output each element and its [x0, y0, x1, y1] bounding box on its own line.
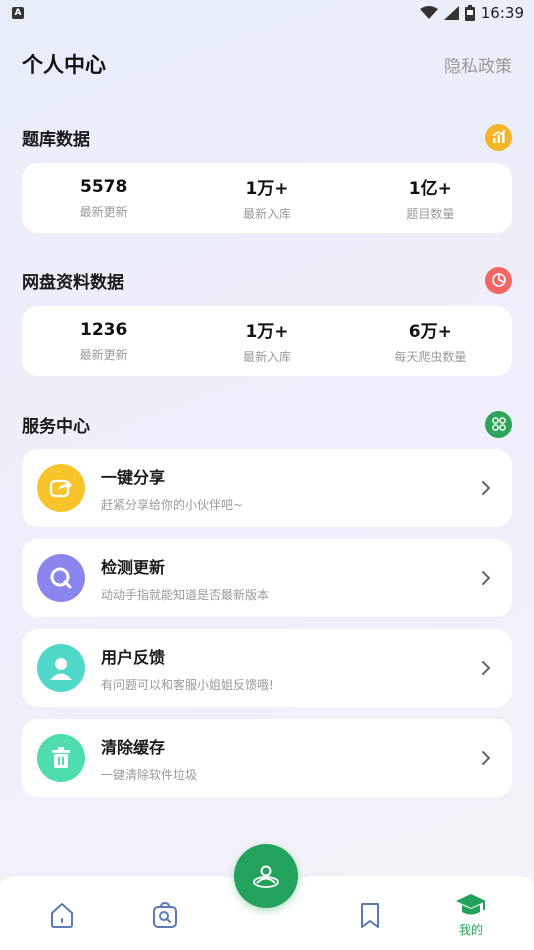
- wifi-icon: [419, 6, 438, 19]
- service-title: 检测更新: [101, 557, 166, 577]
- status-bar: A 16:39: [0, 0, 534, 28]
- stat-label: 最新更新: [79, 347, 128, 362]
- status-time: 16:39: [480, 4, 524, 22]
- search-update-icon: [37, 554, 85, 602]
- stat-latest-stored: 1万+ 最新入库: [185, 163, 348, 233]
- stat-latest-update: 1236 最新更新: [22, 306, 185, 376]
- bar-chart-icon: [485, 123, 512, 151]
- service-title: 一键分享: [101, 467, 166, 487]
- bookmark-icon: [361, 903, 379, 928]
- tab-search[interactable]: [135, 880, 195, 950]
- graduation-cap-icon: [456, 894, 486, 915]
- question-bank-title: 题库数据: [22, 129, 90, 150]
- notification-icon: A: [12, 7, 24, 19]
- tab-label-mine: 我的: [458, 923, 483, 937]
- tab-bookmark[interactable]: [340, 880, 400, 950]
- tab-home[interactable]: [32, 880, 92, 950]
- chevron-right-icon: [475, 477, 497, 499]
- stat-label: 每天爬虫数量: [394, 350, 467, 364]
- share-service-item[interactable]: 一键分享 赶紧分享给你的小伙伴吧~: [22, 449, 512, 527]
- stat-value: 1亿+: [408, 179, 452, 199]
- question-bank-header: 题库数据: [22, 122, 512, 152]
- user-icon: [37, 644, 85, 692]
- netdisk-title: 网盘资料数据: [22, 272, 124, 293]
- trash-icon: [37, 734, 85, 782]
- service-subtitle: 一键清除软件垃圾: [101, 767, 198, 782]
- netdisk-stats: 1236 最新更新 1万+ 最新入库 6万+ 每天爬虫数量: [22, 306, 512, 376]
- home-icon: [51, 903, 73, 928]
- page-title: 个人中心: [22, 53, 106, 77]
- stat-value: 1236: [80, 319, 128, 340]
- check-update-item[interactable]: 检测更新 动动手指就能知道是否最新版本: [22, 539, 512, 617]
- service-title: 清除缓存: [101, 737, 166, 757]
- stat-value: 5578: [80, 176, 128, 197]
- netdisk-header: 网盘资料数据: [22, 265, 512, 295]
- stat-value: 6万+: [408, 322, 452, 342]
- service-subtitle: 动动手指就能知道是否最新版本: [101, 587, 270, 602]
- stat-label: 最新更新: [79, 204, 128, 219]
- stat-question-count: 1亿+ 题目数量: [349, 163, 512, 233]
- privacy-policy-link[interactable]: 隐私政策: [444, 52, 512, 77]
- clear-cache-item[interactable]: 清除缓存 一键清除软件垃圾: [22, 719, 512, 797]
- stat-latest-stored: 1万+ 最新入库: [185, 306, 348, 376]
- services-title: 服务中心: [22, 416, 90, 437]
- signal-icon: [443, 6, 459, 20]
- question-bank-stats: 5578 最新更新 1万+ 最新入库 1亿+ 题目数量: [22, 163, 512, 233]
- stat-daily-crawl: 6万+ 每天爬虫数量: [349, 306, 512, 376]
- stat-label: 最新入库: [242, 207, 291, 221]
- chevron-right-icon: [475, 747, 497, 769]
- battery-icon: [464, 5, 475, 21]
- share-icon: [37, 464, 85, 512]
- service-subtitle: 有问题可以和客服小姐姐反馈哦!: [101, 677, 274, 692]
- chevron-right-icon: [475, 657, 497, 679]
- chevron-right-icon: [475, 567, 497, 589]
- stat-label: 最新入库: [242, 350, 291, 364]
- stat-latest-update: 5578 最新更新: [22, 163, 185, 233]
- service-title: 用户反馈: [101, 647, 166, 667]
- pie-chart-icon: [485, 266, 512, 294]
- status-icons: 16:39: [419, 4, 524, 22]
- services-header: 服务中心: [22, 409, 512, 439]
- search-bag-icon: [153, 901, 177, 928]
- header: 个人中心 隐私政策: [22, 48, 512, 80]
- tab-mine[interactable]: 我的: [441, 880, 501, 950]
- service-subtitle: 赶紧分享给你的小伙伴吧~: [101, 497, 244, 512]
- stat-value: 1万+: [245, 322, 289, 342]
- user-feedback-item[interactable]: 用户反馈 有问题可以和客服小姐姐反馈哦!: [22, 629, 512, 707]
- stat-label: 题目数量: [406, 207, 455, 221]
- community-icon: [253, 865, 279, 888]
- stat-value: 1万+: [245, 179, 289, 199]
- community-button[interactable]: [234, 844, 298, 908]
- grid-icon: [485, 410, 512, 438]
